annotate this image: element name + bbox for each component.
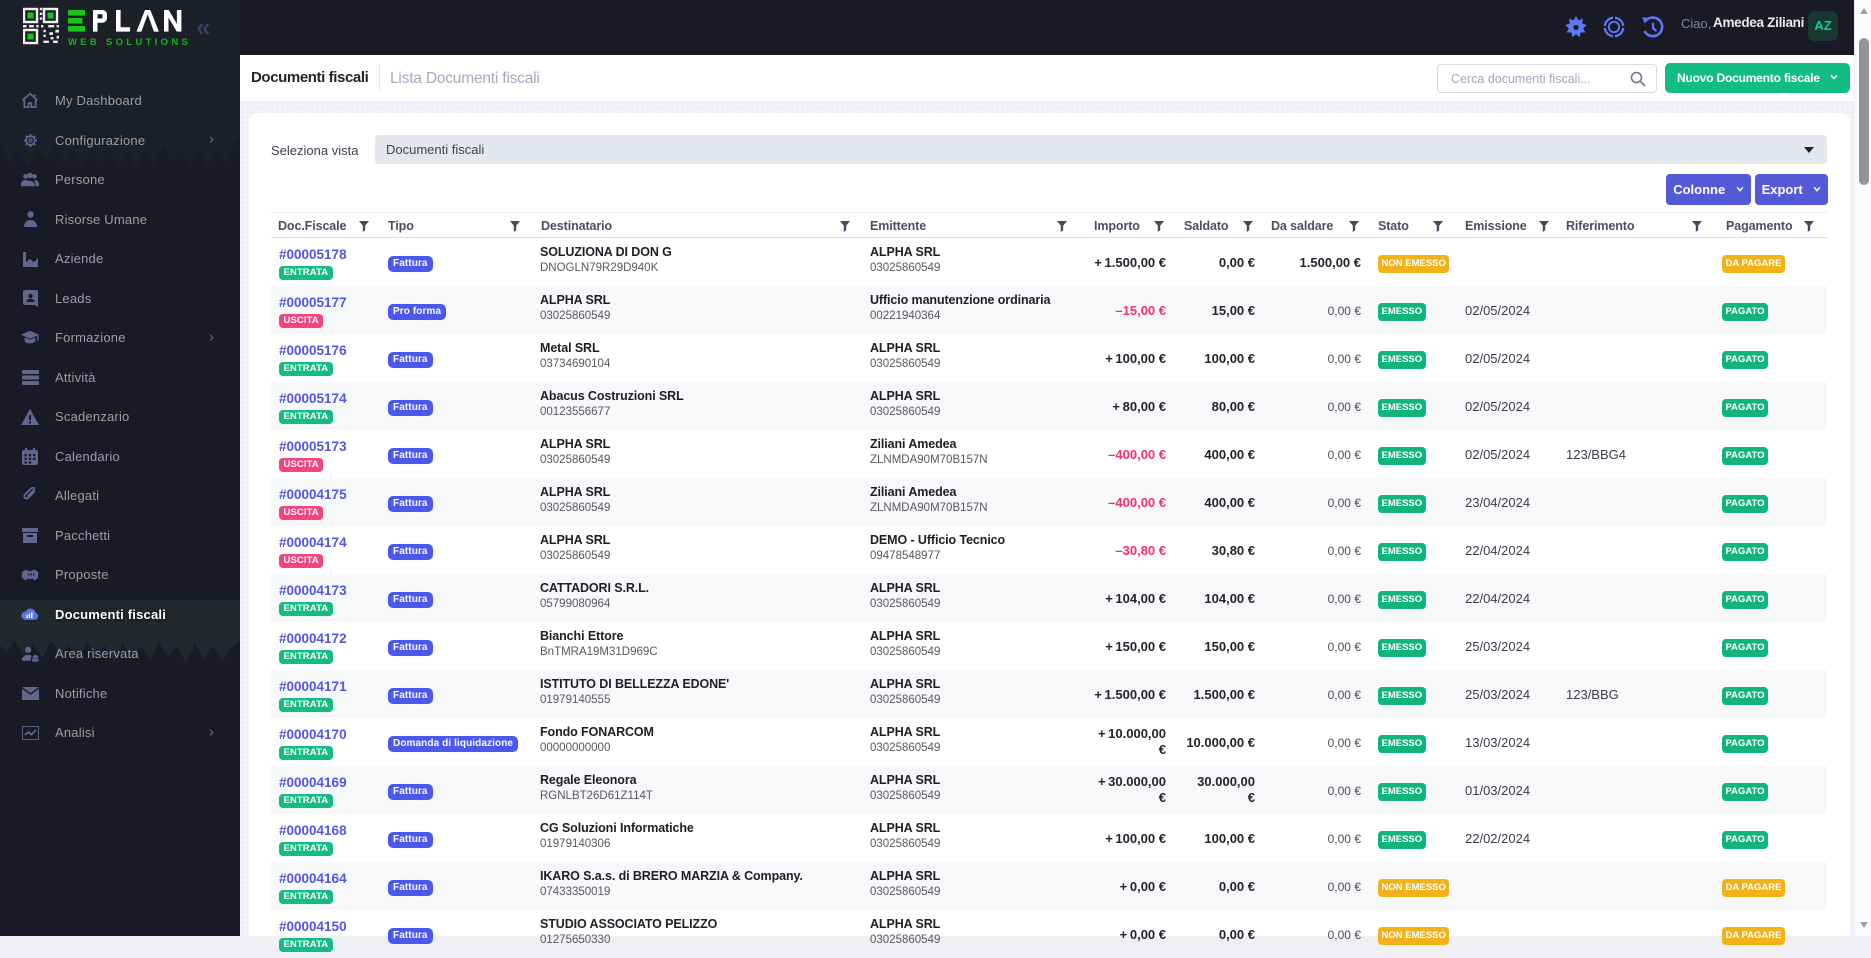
svg-text:WEB SOLUTIONS: WEB SOLUTIONS: [68, 37, 191, 48]
